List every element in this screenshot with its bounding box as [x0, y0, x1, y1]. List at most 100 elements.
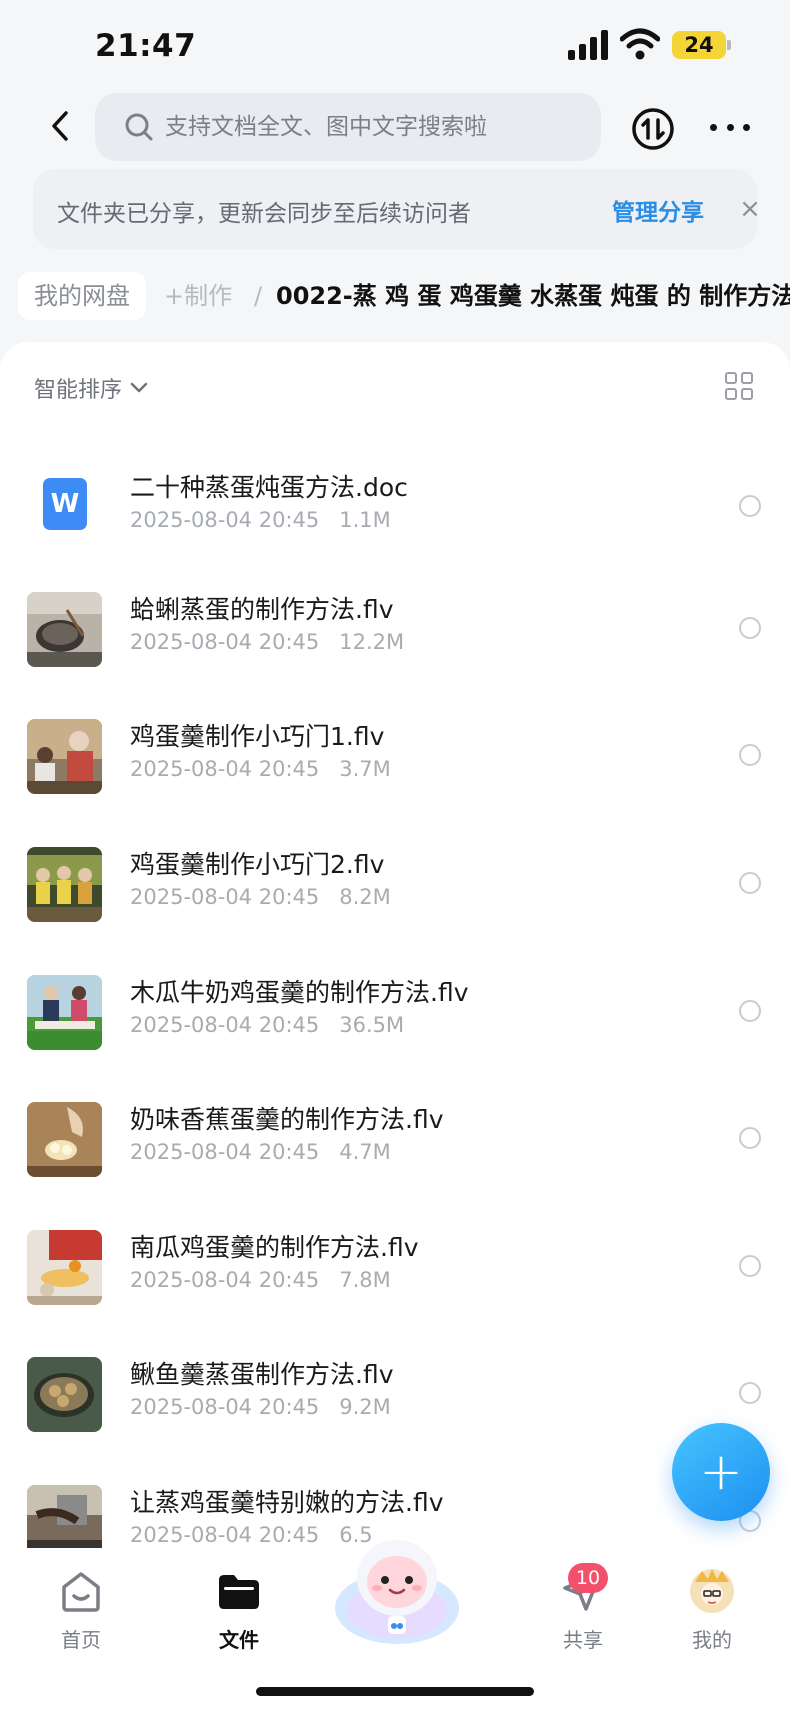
file-date: 2025-08-04 20:45	[130, 1013, 320, 1037]
list-item[interactable]: 南瓜鸡蛋羹的制作方法.flv 2025-08-04 20:45 7.8M	[0, 1230, 790, 1350]
word-doc-icon: W	[43, 478, 87, 530]
list-item[interactable]: 鳅鱼羹蒸蛋制作方法.flv 2025-08-04 20:45 9.2M	[0, 1357, 790, 1477]
status-bar: 21:47 24	[0, 0, 790, 90]
file-name: 二十种蒸蛋炖蛋方法.doc	[130, 473, 408, 502]
share-notice: 文件夹已分享，更新会同步至后续访问者 管理分享 ×	[33, 169, 761, 249]
file-name: 南瓜鸡蛋羹的制作方法.flv	[130, 1233, 419, 1262]
nav-item-home[interactable]: 首页	[31, 1568, 131, 1653]
search-input[interactable]	[165, 114, 585, 140]
video-thumbnail	[27, 1102, 102, 1177]
video-thumbnail	[27, 592, 102, 667]
mascot-icon[interactable]	[330, 1530, 464, 1650]
file-size: 3.7M	[339, 757, 391, 781]
more-dot-icon	[726, 123, 734, 131]
select-checkbox[interactable]	[739, 1382, 761, 1404]
avatar-icon	[690, 1569, 734, 1613]
file-date: 2025-08-04 20:45	[130, 1395, 320, 1419]
file-size: 7.8M	[339, 1268, 391, 1292]
chevron-down-icon	[130, 382, 148, 393]
video-thumbnail	[27, 1357, 102, 1432]
more-dot-icon	[710, 123, 717, 131]
file-size: 36.5M	[339, 1013, 405, 1037]
list-item[interactable]: 鸡蛋羹制作小巧门2.flv 2025-08-04 20:45 8.2M	[0, 847, 790, 967]
more-options-button[interactable]	[710, 112, 750, 142]
select-checkbox[interactable]	[739, 1000, 761, 1022]
video-thumbnail	[27, 847, 102, 922]
battery-indicator: 24	[672, 31, 726, 59]
grid-view-icon[interactable]	[725, 372, 753, 400]
list-item[interactable]: W 二十种蒸蛋炖蛋方法.doc 2025-08-04 20:45 1.1M	[0, 470, 790, 590]
file-meta: 2025-08-04 20:45 9.2M	[130, 1395, 391, 1419]
file-date: 2025-08-04 20:45	[130, 630, 320, 654]
battery-tip	[727, 40, 731, 50]
file-date: 2025-08-04 20:45	[130, 757, 320, 781]
home-indicator	[256, 1687, 534, 1696]
file-name: 让蒸鸡蛋羹特别嫩的方法.flv	[130, 1488, 444, 1517]
file-name: 鳅鱼羹蒸蛋制作方法.flv	[130, 1360, 394, 1389]
file-size: 8.2M	[339, 885, 391, 909]
file-meta: 2025-08-04 20:45 1.1M	[130, 508, 391, 532]
file-date: 2025-08-04 20:45	[130, 1140, 320, 1164]
file-size: 9.2M	[339, 1395, 391, 1419]
breadcrumb: 我的网盘 +制作 / 0022-蒸 鸡 蛋 鸡蛋羹 水蒸蛋 炖蛋 的 制作方法	[18, 272, 790, 322]
select-checkbox[interactable]	[739, 617, 761, 639]
back-button[interactable]	[42, 104, 78, 148]
transfer-icon[interactable]	[631, 107, 675, 151]
file-meta: 2025-08-04 20:45 3.7M	[130, 757, 391, 781]
close-icon[interactable]: ×	[735, 191, 765, 227]
select-checkbox[interactable]	[739, 1255, 761, 1277]
list-item[interactable]: 蛤蜊蒸蛋的制作方法.flv 2025-08-04 20:45 12.2M	[0, 592, 790, 712]
home-icon	[62, 1572, 100, 1612]
video-thumbnail	[27, 1230, 102, 1305]
file-meta: 2025-08-04 20:45 12.2M	[130, 630, 404, 654]
search-icon	[125, 113, 153, 141]
file-meta: 2025-08-04 20:45 8.2M	[130, 885, 391, 909]
folder-icon	[219, 1575, 259, 1609]
file-date: 2025-08-04 20:45	[130, 508, 320, 532]
breadcrumb-current: 0022-蒸 鸡 蛋 鸡蛋羹 水蒸蛋 炖蛋 的 制作方法	[276, 282, 790, 310]
video-thumbnail	[27, 975, 102, 1050]
select-checkbox[interactable]	[739, 495, 761, 517]
file-name: 奶味香蕉蛋羹的制作方法.flv	[130, 1105, 444, 1134]
file-date: 2025-08-04 20:45	[130, 1523, 320, 1547]
add-button[interactable]: +	[672, 1423, 770, 1521]
nav-label-me: 我的	[692, 1628, 732, 1652]
video-thumbnail	[27, 719, 102, 794]
breadcrumb-root[interactable]: 我的网盘	[18, 272, 146, 320]
list-item[interactable]: 鸡蛋羹制作小巧门1.flv 2025-08-04 20:45 3.7M	[0, 719, 790, 839]
chevron-left-icon	[52, 111, 68, 141]
file-size: 1.1M	[339, 508, 391, 532]
search-box[interactable]	[95, 93, 601, 161]
file-size: 4.7M	[339, 1140, 391, 1164]
file-name: 木瓜牛奶鸡蛋羹的制作方法.flv	[130, 978, 469, 1007]
breadcrumb-middle[interactable]: +制作	[164, 272, 232, 320]
manage-share-link[interactable]: 管理分享	[612, 193, 704, 227]
nav-item-files[interactable]: 文件	[189, 1568, 289, 1653]
more-dot-icon	[743, 123, 750, 131]
sort-button[interactable]: 智能排序	[34, 372, 148, 404]
select-checkbox[interactable]	[739, 1127, 761, 1149]
file-meta: 2025-08-04 20:45 36.5M	[130, 1013, 404, 1037]
sort-label: 智能排序	[34, 378, 123, 403]
list-item[interactable]: 奶味香蕉蛋羹的制作方法.flv 2025-08-04 20:45 4.7M	[0, 1102, 790, 1222]
select-checkbox[interactable]	[739, 744, 761, 766]
file-meta: 2025-08-04 20:45 7.8M	[130, 1268, 391, 1292]
file-size: 12.2M	[339, 630, 405, 654]
file-name: 鸡蛋羹制作小巧门2.flv	[130, 850, 385, 879]
file-meta: 2025-08-04 20:45 4.7M	[130, 1140, 391, 1164]
file-date: 2025-08-04 20:45	[130, 885, 320, 909]
cellular-signal-icon	[568, 30, 612, 60]
notification-badge: 10	[568, 1563, 608, 1593]
status-time: 21:47	[95, 28, 197, 64]
nav-item-me[interactable]: 我的	[662, 1568, 762, 1653]
wifi-icon	[620, 28, 660, 60]
nav-label-share: 共享	[563, 1628, 603, 1652]
file-date: 2025-08-04 20:45	[130, 1268, 320, 1292]
nav-label-files: 文件	[219, 1628, 259, 1652]
share-notice-text: 文件夹已分享，更新会同步至后续访问者	[57, 201, 471, 227]
file-name: 鸡蛋羹制作小巧门1.flv	[130, 722, 385, 751]
select-checkbox[interactable]	[739, 872, 761, 894]
plus-icon: +	[699, 1442, 743, 1502]
breadcrumb-separator: /	[254, 282, 263, 310]
list-item[interactable]: 木瓜牛奶鸡蛋羹的制作方法.flv 2025-08-04 20:45 36.5M	[0, 975, 790, 1095]
